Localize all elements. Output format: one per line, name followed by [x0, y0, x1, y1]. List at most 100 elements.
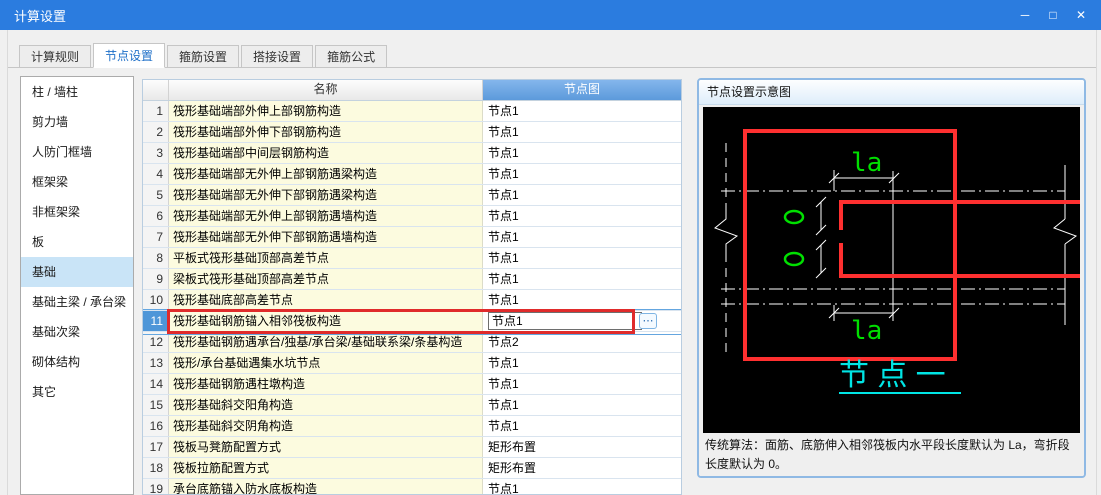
row-node-cell[interactable]: 节点1	[483, 290, 681, 310]
row-number-cell[interactable]: 12	[143, 332, 169, 352]
row-name-cell[interactable]: 平板式筏形基础顶部高差节点	[169, 248, 483, 268]
row-name-cell[interactable]: 筏形基础端部外伸上部钢筋构造	[169, 101, 483, 121]
row-node-cell[interactable]: 矩形布置	[483, 437, 681, 457]
row-name-cell[interactable]: 筏形基础钢筋遇柱墩构造	[169, 374, 483, 394]
row-name-cell[interactable]: 梁板式筏形基础顶部高差节点	[169, 269, 483, 289]
row-number-cell[interactable]: 6	[143, 206, 169, 226]
row-node-cell[interactable]: 节点1	[483, 269, 681, 289]
table-row[interactable]: 12 筏形基础钢筋遇承台/独基/承台梁/基础联系梁/条基构造 节点2 ⋯	[143, 332, 681, 353]
row-number-cell[interactable]: 1	[143, 101, 169, 121]
table-row[interactable]: 7 筏形基础端部无外伸下部钢筋遇墙构造 节点1 ⋯	[143, 227, 681, 248]
row-node-cell[interactable]: 矩形布置	[483, 458, 681, 478]
row-node-cell[interactable]: 节点1	[483, 353, 681, 373]
table-row[interactable]: 5 筏形基础端部无外伸下部钢筋遇梁构造 节点1 ⋯	[143, 185, 681, 206]
row-name-cell[interactable]: 承台底筋锚入防水底板构造	[169, 479, 483, 494]
sidebar-item[interactable]: 框架梁	[21, 167, 133, 197]
row-name-cell[interactable]: 筏形基础钢筋遇承台/独基/承台梁/基础联系梁/条基构造	[169, 332, 483, 352]
sidebar-item[interactable]: 其它	[21, 377, 133, 407]
table-row[interactable]: 14 筏形基础钢筋遇柱墩构造 节点1 ⋯	[143, 374, 681, 395]
table-row[interactable]: 6 筏形基础端部无外伸上部钢筋遇墙构造 节点1 ⋯	[143, 206, 681, 227]
sidebar-item[interactable]: 板	[21, 227, 133, 257]
row-node-cell[interactable]: 节点1	[483, 101, 681, 121]
row-name-cell[interactable]: 筏形基础端部无外伸下部钢筋遇梁构造	[169, 185, 483, 205]
settings-tab[interactable]: 箍筋公式	[315, 45, 388, 67]
row-name-cell[interactable]: 筏形/承台基础遇集水坑节点	[169, 353, 483, 373]
row-number-cell[interactable]: 4	[143, 164, 169, 184]
table-row[interactable]: 2 筏形基础端部外伸下部钢筋构造 节点1 ⋯	[143, 122, 681, 143]
row-node-cell[interactable]: 节点2	[483, 332, 681, 352]
row-number-cell[interactable]: 18	[143, 458, 169, 478]
minimize-button[interactable]: ─	[1011, 0, 1039, 30]
row-number-cell[interactable]: 17	[143, 437, 169, 457]
table-row[interactable]: 9 梁板式筏形基础顶部高差节点 节点1 ⋯	[143, 269, 681, 290]
row-node-cell[interactable]: 节点1	[483, 479, 681, 494]
table-row[interactable]: 16 筏形基础斜交阴角构造 节点1 ⋯	[143, 416, 681, 437]
row-number-cell[interactable]: 10	[143, 290, 169, 310]
row-name-cell[interactable]: 筏形基础钢筋锚入相邻筏板构造	[169, 311, 483, 331]
sidebar-item[interactable]: 剪力墙	[21, 107, 133, 137]
settings-tab[interactable]: 搭接设置	[241, 45, 314, 67]
table-row[interactable]: 15 筏形基础斜交阳角构造 节点1 ⋯	[143, 395, 681, 416]
row-node-cell[interactable]: 节点1	[483, 248, 681, 268]
row-number-cell[interactable]: 7	[143, 227, 169, 247]
row-number-cell[interactable]: 11	[143, 311, 169, 331]
row-node-cell[interactable]: 节点1	[483, 416, 681, 436]
table-row[interactable]: 18 筏板拉筋配置方式 矩形布置 ⋯	[143, 458, 681, 479]
sidebar-item-label: 柱 / 墙柱	[32, 85, 79, 99]
row-number-cell[interactable]: 13	[143, 353, 169, 373]
sidebar-item[interactable]: 柱 / 墙柱	[21, 77, 133, 107]
sidebar-item[interactable]: 砌体结构	[21, 347, 133, 377]
row-number-cell[interactable]: 14	[143, 374, 169, 394]
sidebar-item[interactable]: 人防门框墙	[21, 137, 133, 167]
close-button[interactable]: ✕	[1067, 0, 1095, 30]
row-node-cell[interactable]: 节点1	[483, 395, 681, 415]
maximize-button[interactable]: □	[1039, 0, 1067, 30]
settings-tab[interactable]: 计算规则	[19, 45, 92, 67]
row-name-cell[interactable]: 筏形基础端部无外伸下部钢筋遇墙构造	[169, 227, 483, 247]
row-name-cell[interactable]: 筏形基础斜交阳角构造	[169, 395, 483, 415]
row-number-cell[interactable]: 16	[143, 416, 169, 436]
row-node-cell[interactable]: 节点1	[483, 143, 681, 163]
row-number-cell[interactable]: 8	[143, 248, 169, 268]
row-name-cell[interactable]: 筏形基础端部无外伸上部钢筋遇梁构造	[169, 164, 483, 184]
table-row[interactable]: 11 筏形基础钢筋锚入相邻筏板构造 节点1 ⋯	[143, 309, 681, 335]
table-row[interactable]: 4 筏形基础端部无外伸上部钢筋遇梁构造 节点1 ⋯	[143, 164, 681, 185]
table-row[interactable]: 3 筏形基础端部中间层钢筋构造 节点1 ⋯	[143, 143, 681, 164]
row-name-cell[interactable]: 筏形基础底部高差节点	[169, 290, 483, 310]
settings-tab[interactable]: 箍筋设置	[167, 45, 240, 67]
row-name-cell[interactable]: 筏形基础端部无外伸上部钢筋遇墙构造	[169, 206, 483, 226]
table-row[interactable]: 13 筏形/承台基础遇集水坑节点 节点1 ⋯	[143, 353, 681, 374]
row-node-cell[interactable]: 节点1	[483, 206, 681, 226]
sidebar-item[interactable]: 非框架梁	[21, 197, 133, 227]
node-preview-panel: 节点设置示意图 la la 节 点 一 传统算法：面筋、底筋伸入相邻筏板内水平段…	[697, 78, 1086, 478]
row-node-cell[interactable]: 节点1	[483, 164, 681, 184]
sidebar-item[interactable]: 基础主梁 / 承台梁	[21, 287, 133, 317]
row-number-cell[interactable]: 9	[143, 269, 169, 289]
table-row[interactable]: 10 筏形基础底部高差节点 节点1 ⋯	[143, 290, 681, 311]
table-row[interactable]: 1 筏形基础端部外伸上部钢筋构造 节点1 ⋯	[143, 101, 681, 122]
row-number-cell[interactable]: 2	[143, 122, 169, 142]
sidebar-item[interactable]: 基础次梁	[21, 317, 133, 347]
row-name-cell[interactable]: 筏板马凳筋配置方式	[169, 437, 483, 457]
row-number-cell[interactable]: 15	[143, 395, 169, 415]
row-number-cell[interactable]: 19	[143, 479, 169, 494]
sidebar-item[interactable]: 基础	[21, 257, 133, 287]
row-name-cell[interactable]: 筏形基础端部外伸下部钢筋构造	[169, 122, 483, 142]
sidebar-item-label: 基础	[32, 265, 57, 279]
row-node-cell[interactable]: 节点1	[483, 122, 681, 142]
row-number-cell[interactable]: 3	[143, 143, 169, 163]
name-column-header[interactable]: 名称	[169, 80, 483, 100]
table-row[interactable]: 8 平板式筏形基础顶部高差节点 节点1 ⋯	[143, 248, 681, 269]
row-name-cell[interactable]: 筏形基础斜交阴角构造	[169, 416, 483, 436]
settings-tab[interactable]: 节点设置	[93, 43, 166, 68]
row-number-cell[interactable]: 5	[143, 185, 169, 205]
row-name-cell[interactable]: 筏形基础端部中间层钢筋构造	[169, 143, 483, 163]
table-row[interactable]: 17 筏板马凳筋配置方式 矩形布置 ⋯	[143, 437, 681, 458]
table-row[interactable]: 19 承台底筋锚入防水底板构造 节点1 ⋯	[143, 479, 681, 494]
row-name-cell[interactable]: 筏板拉筋配置方式	[169, 458, 483, 478]
row-node-cell[interactable]: 节点1	[483, 185, 681, 205]
row-node-cell[interactable]: 节点1	[483, 374, 681, 394]
row-node-cell[interactable]: 节点1	[483, 227, 681, 247]
node-diagram-column-header[interactable]: 节点图	[483, 80, 681, 100]
ellipsis-button[interactable]: ⋯	[639, 313, 657, 329]
